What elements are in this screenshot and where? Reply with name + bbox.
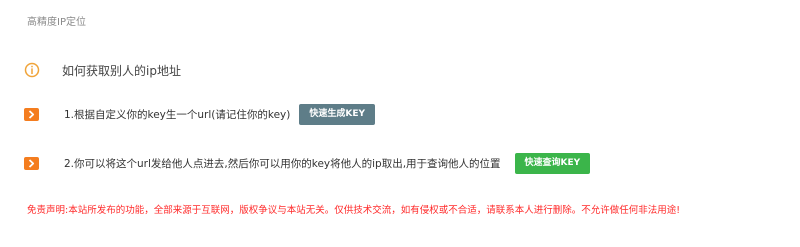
generate-key-button[interactable]: 快速生成KEY [299, 103, 376, 125]
step-2-text: 2.你可以将这个url发给他人点进去,然后你可以用你的key将他人的ip取出,用… [64, 157, 501, 170]
step-2-row: 2.你可以将这个url发给他人点进去,然后你可以用你的key将他人的ip取出,用… [24, 151, 591, 175]
info-circle-icon [24, 62, 40, 78]
query-key-button[interactable]: 快速查询KEY [514, 152, 591, 174]
chevron-right-icon [24, 107, 39, 121]
disclaimer-text: 免责声明:本站所发布的功能，全部来源于互联网，版权争议与本站无关。仅供技术交流，… [27, 205, 681, 216]
step-1-row: 1.根据自定义你的key生一个url(请记住你的key) 快速生成KEY [24, 102, 376, 126]
chevron-right-icon [24, 156, 39, 170]
page-title: 高精度IP定位 [27, 17, 86, 28]
step-1-text: 1.根据自定义你的key生一个url(请记住你的key) [64, 108, 291, 121]
page: 高精度IP定位 如何获取别人的ip地址 1.根据自定义你的key生一个url(请… [0, 0, 800, 247]
intro-heading: 如何获取别人的ip地址 [62, 63, 181, 78]
intro-row: 如何获取别人的ip地址 [24, 60, 181, 80]
